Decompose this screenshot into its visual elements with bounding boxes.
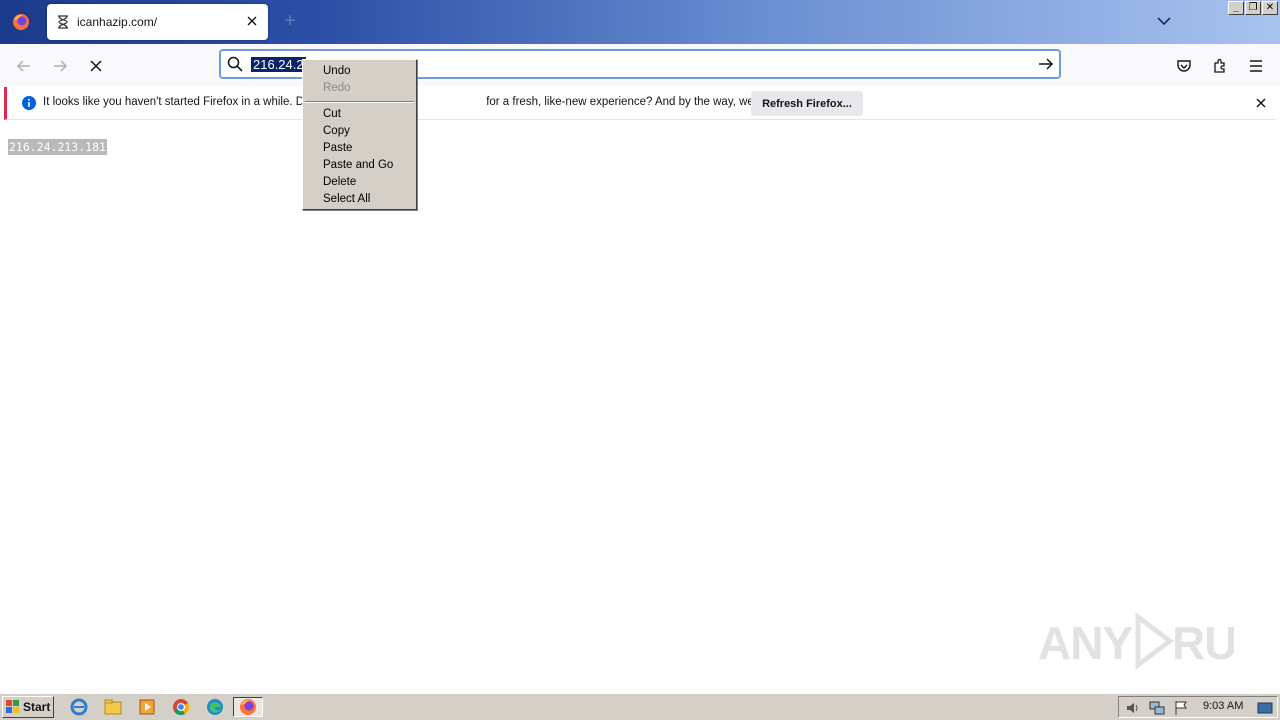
volume-icon[interactable] — [1125, 700, 1141, 716]
firefox-icon — [13, 14, 29, 30]
stop-x-icon — [90, 60, 102, 72]
start-button[interactable]: Start — [2, 696, 54, 718]
minimize-button[interactable]: _ — [1228, 1, 1244, 15]
clock[interactable]: 9:03 AM — [1203, 700, 1243, 712]
menu-item-redo: Redo — [323, 82, 351, 94]
pocket-icon — [1177, 60, 1191, 72]
ip-address-text: 216.24.213.181 — [8, 139, 107, 155]
close-notification-icon[interactable] — [1256, 97, 1266, 111]
anyrun-watermark: ANY RUN — [1038, 609, 1270, 685]
search-icon — [227, 56, 243, 75]
close-window-button[interactable]: ✕ — [1262, 1, 1278, 15]
context-menu: Undo Redo Cut Copy Paste Paste and Go De… — [302, 59, 417, 210]
tab-bar: icanhazip.com/ + _ ❐ ✕ — [0, 0, 1280, 44]
network-icon[interactable] — [1149, 700, 1165, 716]
notification-bar: It looks like you haven't started Firefo… — [4, 87, 1276, 120]
edge-icon[interactable] — [204, 697, 226, 717]
menu-item-cut[interactable]: Cut — [303, 106, 416, 123]
svg-text:RUN: RUN — [1172, 617, 1234, 669]
back-button[interactable] — [10, 52, 38, 80]
puzzle-piece-icon — [1214, 58, 1225, 73]
menu-item-undo[interactable]: Undo — [303, 63, 416, 80]
window-controls: _ ❐ ✕ — [1228, 1, 1278, 15]
firefox-view-button[interactable] — [0, 0, 42, 44]
tab-active[interactable]: icanhazip.com/ — [47, 4, 268, 40]
back-arrow-icon — [16, 60, 30, 72]
chrome-icon[interactable] — [170, 697, 192, 717]
explorer-icon[interactable] — [102, 697, 124, 717]
restore-button[interactable]: ❐ — [1245, 1, 1261, 15]
menu-item-select-all[interactable]: Select All — [303, 191, 416, 208]
menu-item-paste-and-go[interactable]: Paste and Go — [303, 157, 416, 174]
action-center-flag-icon[interactable] — [1173, 700, 1189, 716]
firefox-taskbar-button[interactable] — [233, 697, 263, 717]
app-menu-button[interactable] — [1242, 52, 1270, 80]
anyrun-logo-icon: ANY RUN — [1038, 612, 1270, 670]
menu-item-paste[interactable]: Paste — [303, 140, 416, 157]
loading-hourglass-icon — [58, 15, 68, 29]
forward-arrow-icon — [54, 60, 68, 72]
info-icon — [22, 96, 36, 113]
start-label: Start — [23, 700, 51, 714]
extensions-button[interactable] — [1206, 52, 1234, 80]
menu-item-copy[interactable]: Copy — [303, 123, 416, 140]
page-content: 216.24.213.181 ANY RUN — [0, 121, 1280, 691]
firefox-icon — [240, 699, 256, 715]
taskbar: Start 9:03 AM — [0, 693, 1280, 720]
nav-toolbar: 216.24.2 — [0, 44, 1280, 86]
url-selected-text: 216.24.2 — [251, 57, 306, 72]
pocket-button[interactable] — [1170, 52, 1198, 80]
go-arrow-icon[interactable] — [1037, 55, 1055, 76]
refresh-firefox-button[interactable]: Refresh Firefox... — [751, 91, 863, 116]
forward-button[interactable] — [46, 52, 74, 80]
url-input[interactable]: 216.24.2 — [251, 57, 306, 72]
show-desktop-icon[interactable] — [1257, 700, 1273, 716]
menu-item-delete[interactable]: Delete — [303, 174, 416, 191]
new-tab-plus-icon[interactable]: + — [280, 11, 300, 32]
media-player-icon[interactable] — [136, 697, 158, 717]
hamburger-menu-icon — [1250, 60, 1262, 72]
stop-button[interactable] — [82, 52, 110, 80]
ie-icon[interactable] — [68, 697, 90, 717]
notification-message: It looks like you haven't started Firefo… — [43, 96, 816, 108]
tab-title: icanhazip.com/ — [77, 15, 158, 29]
menu-separator — [303, 97, 416, 106]
system-tray: 9:03 AM — [1118, 696, 1278, 718]
svg-text:ANY: ANY — [1038, 617, 1132, 669]
tab-close-icon[interactable] — [244, 13, 260, 29]
list-all-tabs-chevron-icon[interactable] — [1156, 13, 1176, 31]
windows-logo-icon — [6, 700, 19, 713]
